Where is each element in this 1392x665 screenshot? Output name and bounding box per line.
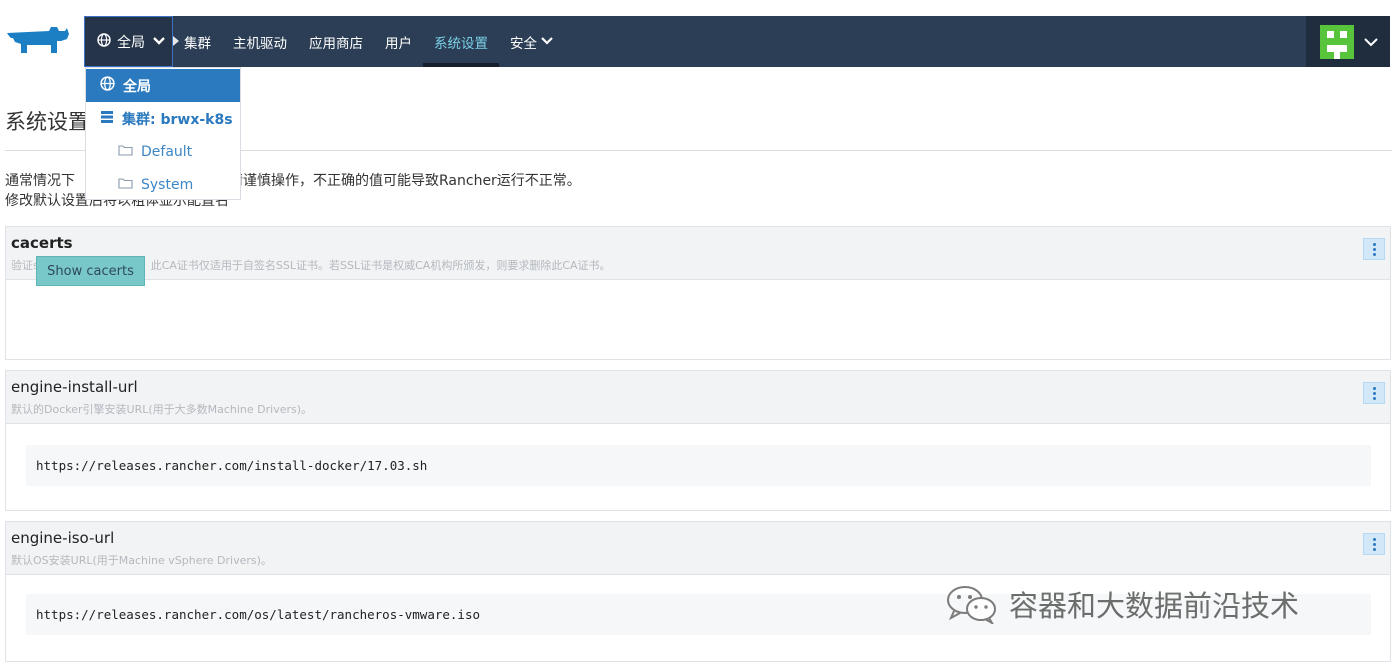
dropdown-item-project-system[interactable]: System	[86, 168, 240, 201]
setting-name: engine-iso-url	[11, 529, 115, 547]
watermark-text: 容器和大数据前沿技术	[1009, 589, 1300, 623]
setting-actions-menu-button[interactable]	[1363, 382, 1385, 404]
watermark: 容器和大数据前沿技术	[945, 583, 1299, 625]
dropdown-item-label: Default	[141, 143, 193, 160]
folder-icon	[118, 177, 133, 193]
globe-icon	[100, 76, 115, 95]
setting-card-engine-install-url: engine-install-url 默认的Docker引擎安装URL(用于大多…	[5, 370, 1391, 511]
setting-header: engine-install-url 默认的Docker引擎安装URL(用于大多…	[6, 371, 1390, 424]
chevron-down-icon	[1364, 32, 1378, 51]
breadcrumb-arrow-icon	[173, 36, 179, 46]
setting-description: 默认OS安装URL(用于Machine vSphere Drivers)。	[11, 554, 272, 567]
rancher-cow-icon	[7, 27, 69, 53]
scope-switcher-button[interactable]: 全局	[84, 16, 173, 67]
wechat-icon	[945, 584, 1001, 624]
kebab-dot-icon	[1372, 247, 1376, 251]
navbar: 全局 集群 主机驱动 应用商店 用户 系统设置 安全	[84, 16, 1306, 67]
setting-name: engine-install-url	[11, 378, 138, 396]
dropdown-item-label: System	[141, 176, 194, 193]
folder-icon	[118, 144, 133, 160]
kebab-dot-icon	[1372, 252, 1376, 256]
kebab-dot-icon	[1372, 396, 1376, 400]
kebab-dot-icon	[1372, 547, 1376, 551]
notice-text-start: 通常情况下	[5, 173, 75, 189]
scope-dropdown-menu: 全局 集群: brwx-k8s Default System	[85, 67, 241, 200]
kebab-dot-icon	[1372, 391, 1376, 395]
nav-security[interactable]: 安全	[510, 16, 553, 67]
nav-security-label: 安全	[510, 35, 537, 52]
setting-header: cacerts 验证ssl证书所需的CA证书，此CA证书仅适用于自签名SSL证书…	[6, 227, 1390, 280]
kebab-dot-icon	[1372, 242, 1376, 246]
setting-card-cacerts: cacerts 验证ssl证书所需的CA证书，此CA证书仅适用于自签名SSL证书…	[5, 226, 1391, 360]
globe-icon	[97, 32, 111, 51]
nav-node-drivers[interactable]: 主机驱动	[233, 16, 287, 67]
setting-value: https://releases.rancher.com/install-doc…	[26, 445, 1371, 486]
dropdown-item-label: 全局	[123, 78, 151, 95]
nav-users[interactable]: 用户	[385, 16, 412, 67]
setting-name: cacerts	[11, 234, 73, 252]
chevron-down-icon	[541, 34, 553, 50]
dropdown-item-global[interactable]: 全局	[86, 69, 240, 102]
setting-description: 默认的Docker引擎安装URL(用于大多数Machine Drivers)。	[11, 403, 313, 416]
chevron-down-icon	[153, 34, 165, 50]
notice-text-end: 。请谨慎操作，不正确的值可能导致Rancher运行不正常。	[215, 173, 581, 189]
nav-settings[interactable]: 系统设置	[434, 16, 488, 67]
cluster-icon	[100, 110, 114, 128]
user-menu-button[interactable]	[1306, 16, 1390, 67]
active-nav-indicator	[423, 63, 499, 67]
scope-label: 全局	[117, 34, 145, 51]
kebab-dot-icon	[1372, 537, 1376, 541]
top-navigation: 全局 集群 主机驱动 应用商店 用户 系统设置 安全	[0, 16, 1392, 67]
dropdown-item-cluster[interactable]: 集群: brwx-k8s	[86, 102, 240, 135]
setting-actions-menu-button[interactable]	[1363, 238, 1385, 260]
page-title: 系统设置	[5, 110, 89, 134]
nav-clusters[interactable]: 集群	[184, 16, 211, 67]
avatar	[1320, 24, 1354, 59]
dropdown-item-label: 集群: brwx-k8s	[122, 111, 233, 128]
setting-header: engine-iso-url 默认OS安装URL(用于Machine vSphe…	[6, 522, 1390, 575]
show-cacerts-button[interactable]: Show cacerts	[36, 256, 145, 286]
rancher-logo[interactable]	[0, 16, 84, 67]
kebab-dot-icon	[1372, 386, 1376, 390]
nav-catalogs[interactable]: 应用商店	[309, 16, 363, 67]
setting-actions-menu-button[interactable]	[1363, 533, 1385, 555]
dropdown-item-project-default[interactable]: Default	[86, 135, 240, 168]
kebab-dot-icon	[1372, 542, 1376, 546]
